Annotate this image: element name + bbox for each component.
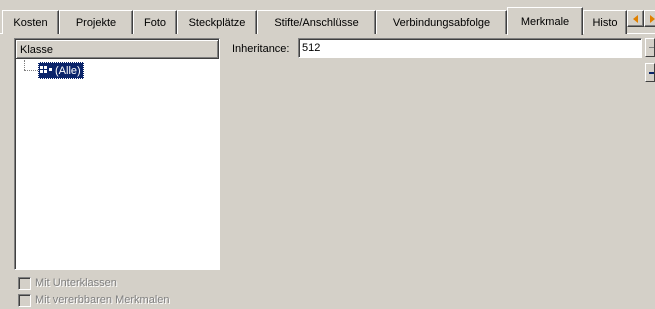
tab-foto[interactable]: Foto xyxy=(133,10,177,34)
checkbox-box[interactable] xyxy=(18,276,31,290)
class-tree-header[interactable]: Klasse xyxy=(16,40,219,59)
minus-icon xyxy=(649,47,654,48)
minus-icon xyxy=(649,71,654,74)
tab-strip: Kosten Projekte Foto Steckplätze Stifte/… xyxy=(0,0,655,36)
tab-projekte[interactable]: Projekte xyxy=(59,10,133,34)
tab-merkmale[interactable]: Merkmale xyxy=(507,7,583,36)
properties-window: Kosten Projekte Foto Steckplätze Stifte/… xyxy=(0,0,655,309)
tab-steckplaetze[interactable]: Steckplätze xyxy=(177,10,257,34)
arrow-right-icon xyxy=(650,14,655,23)
inheritance-label: Inheritance: xyxy=(232,43,290,55)
checkbox-mit-vererbbaren-merkmalen[interactable]: Mit vererbbaren Merkmalen xyxy=(18,293,170,307)
tree-node-alle[interactable]: (Alle) xyxy=(38,62,84,79)
tab-histo[interactable]: Histo xyxy=(583,10,627,34)
tab-kosten[interactable]: Kosten xyxy=(2,10,59,34)
arrow-left-icon xyxy=(633,14,638,23)
class-tree-body: (Alle) xyxy=(16,60,219,269)
checkbox-mit-unterklassen[interactable]: Mit Unterklassen xyxy=(18,276,117,290)
tree-connector-line xyxy=(24,70,38,71)
class-tree[interactable]: Klasse (Alle) xyxy=(14,38,220,270)
tab-scroll-arrows xyxy=(627,10,655,33)
class-group-icon xyxy=(40,66,52,75)
tab-verbindungsabfolge[interactable]: Verbindungsabfolge xyxy=(376,10,507,34)
tree-connector-line xyxy=(24,60,25,70)
checkbox-label: Mit Unterklassen xyxy=(35,277,117,289)
checkbox-label: Mit vererbbaren Merkmalen xyxy=(35,294,170,306)
side-button-bottom[interactable] xyxy=(645,63,655,82)
checkbox-box[interactable] xyxy=(18,293,31,307)
tab-scroll-left-button[interactable] xyxy=(627,10,644,27)
inheritance-field[interactable]: 512 xyxy=(298,38,642,58)
tree-node-label: (Alle) xyxy=(55,64,81,77)
tab-stifte-anschluesse[interactable]: Stifte/Anschlüsse xyxy=(257,10,376,34)
tab-scroll-right-button[interactable] xyxy=(644,10,655,27)
side-button-top[interactable] xyxy=(645,38,655,57)
